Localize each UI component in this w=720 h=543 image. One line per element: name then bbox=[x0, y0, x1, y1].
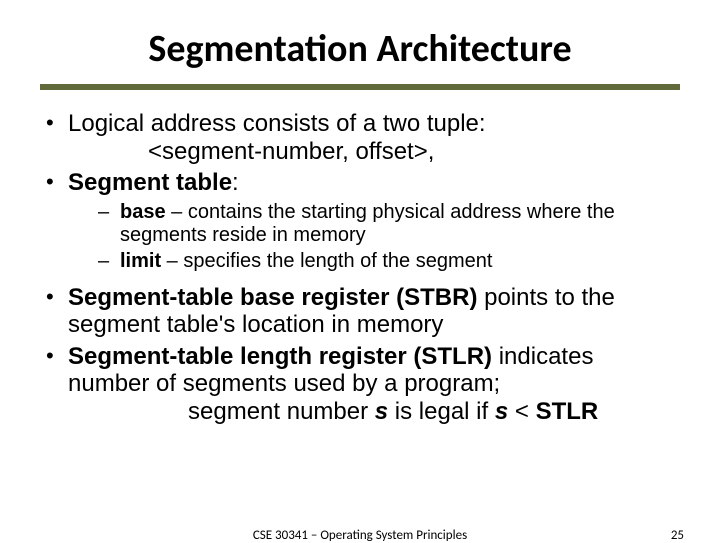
cond-a: segment number bbox=[188, 398, 375, 425]
sub-2-kw: limit bbox=[120, 250, 161, 272]
sub-list: base – contains the starting physical ad… bbox=[68, 201, 680, 274]
page-number: 25 bbox=[671, 528, 684, 543]
sub-1-kw: base bbox=[120, 201, 166, 223]
slide-body: Logical address consists of a two tuple:… bbox=[40, 110, 680, 426]
sub-1-rest: – contains the starting physical address… bbox=[120, 201, 615, 247]
cond-stlr: STLR bbox=[536, 398, 599, 425]
title-divider bbox=[40, 84, 680, 90]
cond-s1: s bbox=[375, 398, 388, 425]
bullet-2-label: Segment table bbox=[68, 169, 232, 196]
footer-text: CSE 30341 – Operating System Principles bbox=[253, 528, 467, 543]
sub-2: limit – specifies the length of the segm… bbox=[98, 250, 680, 274]
bullet-2-colon: : bbox=[232, 169, 239, 196]
bullet-3-bold: Segment-table base register (STBR) bbox=[68, 284, 477, 311]
cond-lt: < bbox=[508, 398, 535, 425]
bullet-4-condition: segment number s is legal if s < STLR bbox=[68, 398, 680, 426]
slide: Segmentation Architecture Logical addres… bbox=[0, 0, 720, 540]
cond-s2: s bbox=[495, 398, 508, 425]
bullet-2: Segment table: base – contains the start… bbox=[46, 169, 680, 273]
cond-mid: is legal if bbox=[388, 398, 495, 425]
bullet-4: Segment-table length register (STLR) ind… bbox=[46, 343, 680, 426]
bullet-1-tuple: <segment-number, offset>, bbox=[68, 138, 680, 166]
slide-title: Segmentation Architecture bbox=[40, 26, 680, 72]
bullet-4-bold: Segment-table length register (STLR) bbox=[68, 343, 492, 370]
sub-2-rest: – specifies the length of the segment bbox=[161, 250, 492, 272]
bullet-1: Logical address consists of a two tuple:… bbox=[46, 110, 680, 165]
bullet-1-text: Logical address consists of a two tuple: bbox=[68, 110, 486, 137]
bullet-list: Logical address consists of a two tuple:… bbox=[40, 110, 680, 426]
bullet-3: Segment-table base register (STBR) point… bbox=[46, 284, 680, 339]
sub-1: base – contains the starting physical ad… bbox=[98, 201, 680, 248]
